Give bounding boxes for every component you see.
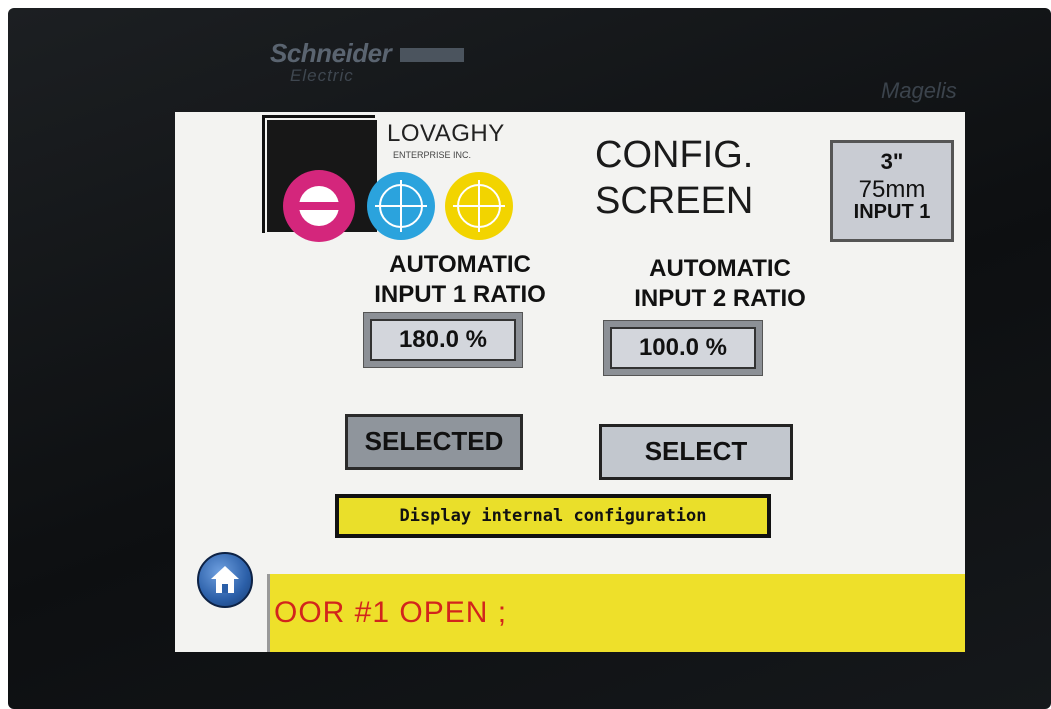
input2-label-line1: AUTOMATIC [649,255,791,282]
logo-cyan-target-icon [367,172,435,240]
home-icon [211,566,239,579]
brand-name: Schneider [270,38,392,68]
input1-ratio-field[interactable]: 180.0 % [370,319,516,361]
display-config-button[interactable]: Display internal configuration [335,494,771,538]
input1-select-button[interactable]: SELECTED [345,414,523,470]
page-title-line1: CONFIG. [595,134,754,176]
model-name: Magelis [881,78,957,103]
input1-ratio-field-frame: 180.0 % [363,312,523,368]
logo-company-name: LOVAGHY [387,120,505,147]
home-button[interactable] [197,552,253,608]
input1-label-line2: INPUT 1 RATIO [374,281,546,308]
page-title-line2: SCREEN [595,180,754,222]
logo-yellow-target-icon [445,172,513,240]
brand-subtitle: Electric [290,66,354,85]
input2-select-button[interactable]: SELECT [599,424,793,480]
page-title: CONFIG. SCREEN [595,132,753,224]
size-inch: 3" [880,149,904,174]
input2-ratio-field-frame: 100.0 % [603,320,763,376]
input1-ratio-label: AUTOMATIC INPUT 1 RATIO [355,250,565,310]
logo-magenta-e-icon [283,170,355,242]
size-mm: 75mm [858,176,926,203]
input1-label-line1: AUTOMATIC [389,251,531,278]
hmi-screen: LOVAGHY ENTERPRISE INC. CONFIG. SCREEN 3… [175,112,965,652]
alarm-message: OOR #1 OPEN ; [274,596,508,629]
input2-ratio-label: AUTOMATIC INPUT 2 RATIO [605,254,835,314]
input2-label-line2: INPUT 2 RATIO [634,285,806,312]
input2-ratio-field[interactable]: 100.0 % [610,327,756,369]
brand-logo-mark [400,48,464,62]
alarm-banner: OOR #1 OPEN ; [267,574,965,652]
size-input: INPUT 1 [853,201,931,223]
logo-company-subtitle: ENTERPRISE INC. [393,150,472,160]
size-indicator[interactable]: 3" 75mm INPUT 1 [830,140,954,242]
